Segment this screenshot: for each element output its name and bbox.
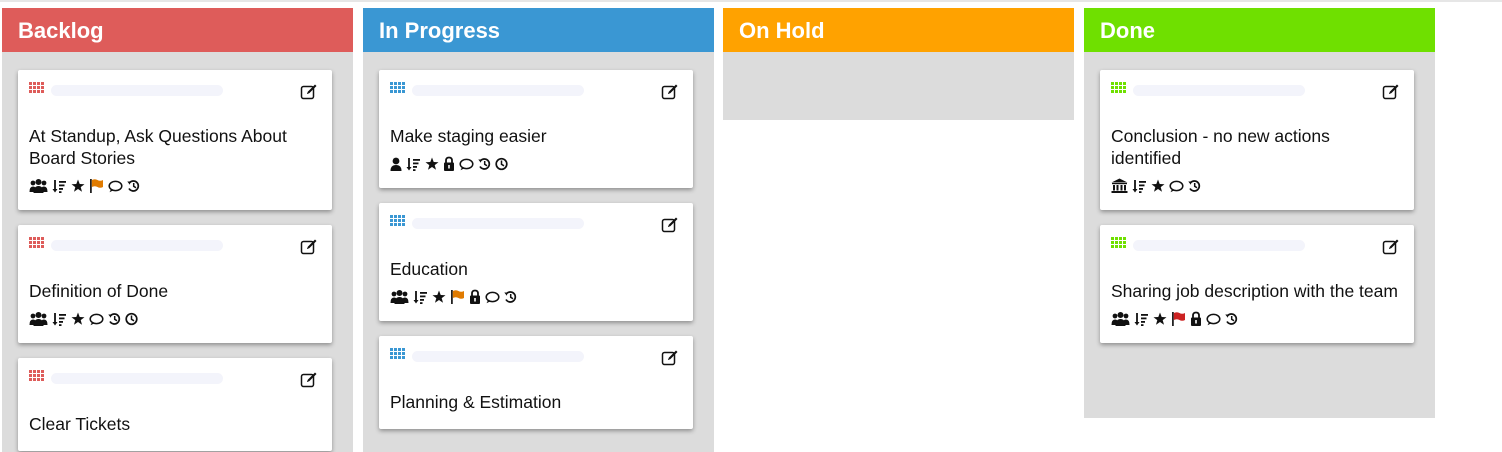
comment-icon [1206, 311, 1221, 327]
card-id-placeholder [51, 85, 223, 96]
team-icon [29, 311, 48, 327]
history-icon [478, 156, 491, 172]
card-id-placeholder [1133, 85, 1305, 96]
drag-handle-icon[interactable] [390, 215, 405, 226]
edit-icon[interactable] [1382, 238, 1400, 256]
card-title: Definition of Done [29, 281, 169, 301]
drag-handle-icon[interactable] [1111, 82, 1126, 93]
edit-icon[interactable] [300, 371, 318, 389]
star-icon [71, 311, 85, 327]
card-icons [29, 178, 320, 194]
comment-icon [459, 156, 474, 172]
card-icons [29, 311, 320, 327]
edit-icon[interactable] [661, 349, 679, 367]
bank-icon [1111, 178, 1128, 194]
card-icons [390, 289, 681, 305]
card-title: At Standup, Ask Questions About Board St… [29, 126, 287, 168]
card[interactable]: Education [379, 203, 693, 321]
card-title: Clear Tickets [29, 414, 131, 434]
team-icon [390, 289, 409, 305]
comment-icon [89, 311, 104, 327]
drag-handle-icon[interactable] [29, 370, 44, 381]
card-id-placeholder [1133, 240, 1305, 251]
card-id-placeholder [51, 373, 223, 384]
star-icon [432, 289, 446, 305]
drag-handle-icon[interactable] [390, 82, 405, 93]
card-title: Sharing job description with the team [1111, 281, 1398, 301]
card[interactable]: Planning & Estimation [379, 336, 693, 429]
clock-icon [495, 156, 508, 172]
history-icon [108, 311, 121, 327]
history-icon [1188, 178, 1201, 194]
column-header-on-hold: On Hold [723, 8, 1074, 52]
card[interactable]: Clear Tickets [18, 358, 332, 451]
sort-icon [413, 289, 428, 305]
card-list: Make staging easier Education Planning &… [363, 52, 714, 429]
drag-handle-icon[interactable] [29, 82, 44, 93]
team-icon [29, 178, 48, 194]
lock-icon [443, 156, 455, 172]
column-done: Done Conclusion - no new actions identif… [1084, 8, 1435, 418]
column-in-progress: In Progress Make staging easier Educatio… [363, 8, 714, 452]
card[interactable]: Make staging easier [379, 70, 693, 188]
sort-icon [1132, 178, 1147, 194]
history-icon [127, 178, 140, 194]
sort-icon [52, 311, 67, 327]
card[interactable]: Conclusion - no new actions identified [1100, 70, 1414, 210]
card[interactable]: Sharing job description with the team [1100, 225, 1414, 343]
lock-icon [1190, 311, 1202, 327]
drag-handle-icon[interactable] [1111, 237, 1126, 248]
card-icons [1111, 311, 1402, 327]
card-icons [1111, 178, 1402, 194]
star-icon [425, 156, 439, 172]
column-header-in-progress: In Progress [363, 8, 714, 52]
comment-icon [1169, 178, 1184, 194]
top-divider [0, 0, 1502, 2]
sort-icon [406, 156, 421, 172]
card-icons [390, 156, 681, 172]
edit-icon[interactable] [661, 83, 679, 101]
card[interactable]: Definition of Done [18, 225, 332, 343]
card-id-placeholder [412, 351, 584, 362]
edit-icon[interactable] [300, 238, 318, 256]
flag-icon [89, 178, 104, 194]
card-id-placeholder [412, 218, 584, 229]
history-icon [1225, 311, 1238, 327]
drag-handle-icon[interactable] [390, 348, 405, 359]
comment-icon [108, 178, 123, 194]
sort-icon [1134, 311, 1149, 327]
star-icon [71, 178, 85, 194]
flag-icon [450, 289, 465, 305]
column-on-hold: On Hold [723, 8, 1074, 120]
card-title: Education [390, 259, 468, 279]
card-id-placeholder [412, 85, 584, 96]
card-list: Conclusion - no new actions identified S… [1084, 52, 1435, 343]
card-list: At Standup, Ask Questions About Board St… [2, 52, 353, 451]
edit-icon[interactable] [1382, 83, 1400, 101]
star-icon [1151, 178, 1165, 194]
user-icon [390, 156, 402, 172]
team-icon [1111, 311, 1130, 327]
history-icon [504, 289, 517, 305]
clock-icon [125, 311, 138, 327]
lock-icon [469, 289, 481, 305]
edit-icon[interactable] [661, 216, 679, 234]
star-icon [1153, 311, 1167, 327]
column-header-done: Done [1084, 8, 1435, 52]
comment-icon [485, 289, 500, 305]
card-title: Conclusion - no new actions identified [1111, 126, 1330, 168]
flag-icon [1171, 311, 1186, 327]
edit-icon[interactable] [300, 83, 318, 101]
card[interactable]: At Standup, Ask Questions About Board St… [18, 70, 332, 210]
column-header-backlog: Backlog [2, 8, 353, 52]
sort-icon [52, 178, 67, 194]
column-backlog: Backlog At Standup, Ask Questions About … [2, 8, 353, 452]
drag-handle-icon[interactable] [29, 237, 44, 248]
card-id-placeholder [51, 240, 223, 251]
card-title: Planning & Estimation [390, 392, 562, 412]
card-title: Make staging easier [390, 126, 547, 146]
